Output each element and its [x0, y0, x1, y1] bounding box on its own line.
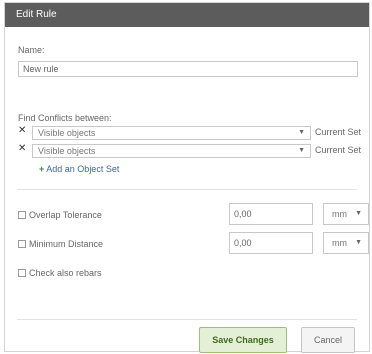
- find-conflicts-label: Find Conflicts between:: [18, 113, 112, 123]
- overlap-tolerance-input[interactable]: [229, 203, 313, 225]
- object-set-2-suffix: Current Set: [315, 145, 362, 155]
- minimum-distance-input[interactable]: [229, 232, 313, 254]
- remove-set-1-close-icon[interactable]: ✕: [18, 125, 26, 137]
- section-divider: [17, 189, 357, 190]
- chevron-down-icon: ▼: [355, 239, 362, 246]
- chevron-down-icon: ▼: [298, 147, 305, 154]
- plus-icon: +: [39, 164, 45, 174]
- footer-divider: [17, 319, 357, 320]
- overlap-unit-value: mm: [332, 209, 347, 219]
- object-set-2-select[interactable]: Visible objects ▼: [32, 144, 311, 158]
- check-rebars-checkbox[interactable]: [18, 269, 26, 277]
- overlap-tolerance-label: Overlap Tolerance: [29, 210, 102, 220]
- check-rebars-label: Check also rebars: [29, 268, 102, 278]
- name-input[interactable]: [18, 61, 358, 77]
- name-label: Name:: [18, 45, 45, 55]
- dialog-title: Edit Rule: [5, 3, 369, 27]
- object-set-2-value: Visible objects: [38, 146, 96, 156]
- minimum-distance-unit-value: mm: [332, 238, 347, 248]
- minimum-distance-label: Minimum Distance: [29, 239, 104, 249]
- edit-rule-dialog: Edit Rule Name: Find Conflicts between: …: [4, 2, 370, 353]
- save-changes-button[interactable]: Save Changes: [199, 327, 287, 353]
- minimum-distance-checkbox[interactable]: [18, 240, 26, 248]
- chevron-down-icon: ▼: [298, 129, 305, 136]
- overlap-tolerance-checkbox[interactable]: [18, 211, 26, 219]
- remove-set-2-close-icon[interactable]: ✕: [18, 143, 26, 155]
- object-set-1-select[interactable]: Visible objects ▼: [32, 126, 311, 140]
- object-set-1-suffix: Current Set: [315, 127, 362, 137]
- chevron-down-icon: ▼: [355, 210, 362, 217]
- overlap-unit-select[interactable]: mm ▼: [323, 203, 369, 225]
- add-object-set-label: Add an Object Set: [46, 164, 120, 174]
- add-object-set-link[interactable]: + Add an Object Set: [39, 164, 119, 174]
- cancel-button[interactable]: Cancel: [301, 327, 355, 353]
- minimum-distance-unit-select[interactable]: mm ▼: [323, 232, 369, 254]
- object-set-1-value: Visible objects: [38, 128, 96, 138]
